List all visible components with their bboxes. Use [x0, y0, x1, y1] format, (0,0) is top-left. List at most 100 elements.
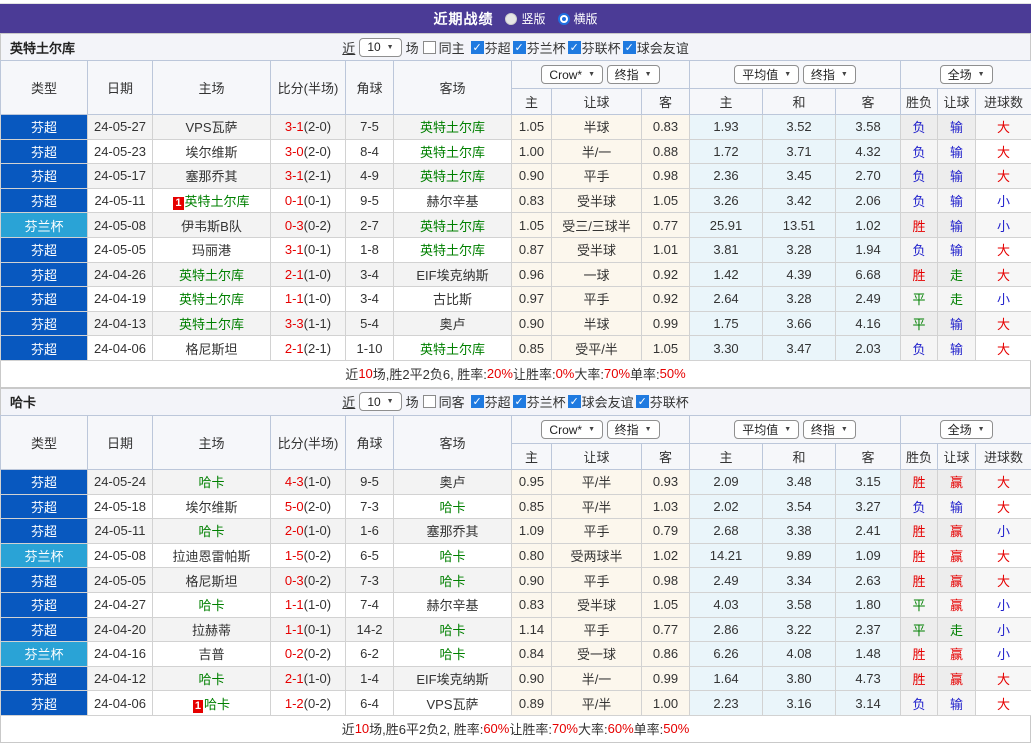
scope-select[interactable]: 全场 ▼ — [939, 419, 993, 439]
match-score: 1-1(0-1) — [270, 616, 346, 643]
team-name-link[interactable]: 英特土尔库 — [185, 194, 250, 209]
summary-text: 近 — [345, 367, 359, 383]
match-row: 芬超 24-04-06 1 哈卡 1-2(0-2) 6-4 VPS瓦萨 0.89 平/半 1.00… — [0, 690, 1031, 716]
team-name-link[interactable]: 哈卡 — [439, 500, 465, 515]
final-index-select[interactable]: 终指 ▼ — [606, 64, 660, 84]
handicap-home-odds: 1.00 — [511, 138, 552, 165]
col-avg-home: 主 — [689, 442, 764, 470]
away-team-cell: 赫尔辛基 — [393, 591, 512, 618]
team-name-link[interactable]: 哈卡 — [439, 623, 465, 638]
summary-text: 70% — [551, 721, 578, 737]
scope-select[interactable]: 全场 ▼ — [939, 65, 993, 84]
chevron-down-icon: ▼ — [977, 425, 985, 433]
team-name-link[interactable]: 英特土尔库 — [420, 120, 485, 135]
team-name-link[interactable]: 吉普 — [198, 647, 224, 662]
league-checkbox[interactable]: ✓ 芬超 — [470, 392, 511, 411]
away-team-cell: 英特土尔库 — [393, 236, 512, 263]
chevron-down-icon: ▼ — [588, 71, 596, 79]
team-name-link[interactable]: 格尼斯坦 — [185, 342, 237, 357]
league-checkbox[interactable]: ✓ 芬兰杯 — [512, 38, 566, 57]
match-score: 1-2(0-2) — [270, 690, 346, 716]
match-league: 芬超 — [0, 616, 88, 643]
result-handicap: 赢 — [937, 641, 977, 667]
team-name-link[interactable]: 奥卢 — [439, 475, 465, 490]
average-select[interactable]: 平均值 ▼ — [734, 419, 800, 439]
radio-vertical[interactable]: 竖版 — [505, 10, 546, 27]
team-name-link[interactable]: 哈卡 — [204, 697, 230, 712]
result-handicap: 输 — [937, 310, 977, 337]
team-name-link[interactable]: 哈卡 — [198, 598, 224, 613]
same-side-checkbox[interactable]: 同客 — [422, 392, 465, 411]
league-checkbox[interactable]: ✓ 芬超 — [470, 38, 511, 57]
team-name-link[interactable]: 哈卡 — [439, 549, 465, 564]
avg-home-odds: 2.36 — [689, 163, 764, 189]
radio-horizontal[interactable]: 横版 — [557, 10, 598, 27]
result-wdl: 平 — [900, 616, 939, 643]
team-name-link[interactable]: 伊韦斯B队 — [181, 219, 242, 234]
match-league: 芬兰杯 — [0, 641, 88, 667]
final-index-select-2-value: 终指 — [810, 422, 835, 437]
team-name-link[interactable]: VPS瓦萨 — [185, 120, 237, 135]
team-name-link[interactable]: 英特土尔库 — [420, 169, 485, 184]
team-name-link[interactable]: 奥卢 — [439, 317, 465, 332]
average-select[interactable]: 平均值 ▼ — [734, 65, 800, 84]
bookmaker-select[interactable]: Crow* ▼ — [541, 420, 604, 440]
team-name-link[interactable]: 塞那乔其 — [426, 524, 478, 539]
team-name-link[interactable]: 格尼斯坦 — [185, 574, 237, 589]
team-name-link[interactable]: 哈卡 — [198, 672, 224, 687]
result-wdl: 胜 — [900, 518, 939, 544]
team-name-link[interactable]: 英特土尔库 — [420, 243, 485, 258]
team-name-link[interactable]: 塞那乔其 — [185, 169, 237, 184]
col-score: 比分(半场) — [270, 60, 346, 115]
team-name-link[interactable]: 赫尔辛基 — [426, 598, 478, 613]
team-name-link[interactable]: 英特土尔库 — [420, 145, 485, 160]
summary-text: 单率: — [630, 367, 660, 383]
team-name-link[interactable]: EIF埃克纳斯 — [416, 268, 488, 283]
final-index-select[interactable]: 终指 ▼ — [606, 419, 660, 439]
final-index-select-2[interactable]: 终指 ▼ — [802, 65, 856, 84]
team-name-link[interactable]: 玛丽港 — [192, 243, 231, 258]
team-name-link[interactable]: 英特土尔库 — [420, 342, 485, 357]
team-name-link[interactable]: 哈卡 — [198, 475, 224, 490]
handicap-line: 受半球 — [551, 591, 642, 618]
match-league: 芬超 — [0, 163, 88, 189]
team-name-link[interactable]: EIF埃克纳斯 — [416, 672, 488, 687]
team-name-link[interactable]: 哈卡 — [198, 524, 224, 539]
team-name-link[interactable]: 埃尔维斯 — [185, 145, 237, 160]
league-checkbox[interactable]: ✓ 芬兰杯 — [512, 392, 566, 411]
match-date: 24-05-18 — [87, 493, 153, 520]
final-index-select-2[interactable]: 终指 ▼ — [802, 419, 856, 439]
bookmaker-select[interactable]: Crow* ▼ — [541, 65, 604, 85]
team-name-link[interactable]: 英特土尔库 — [179, 317, 244, 332]
team-name-link[interactable]: 古比斯 — [433, 292, 472, 307]
team-name-link[interactable]: 赫尔辛基 — [426, 194, 478, 209]
games-count-select[interactable]: 10 ▼ — [359, 392, 402, 412]
team-name-link[interactable]: 拉迪恩雷帕斯 — [172, 549, 250, 564]
team-name-link[interactable]: 英特土尔库 — [179, 292, 244, 307]
halftime-score: (1-0) — [303, 474, 332, 490]
team-name-link[interactable]: 英特土尔库 — [179, 268, 244, 283]
chevron-down-icon: ▼ — [386, 398, 394, 406]
same-side-checkbox[interactable]: 同主 — [422, 38, 465, 57]
home-team-cell: 玛丽港 — [152, 236, 271, 263]
games-count-select[interactable]: 10 ▼ — [359, 37, 402, 57]
team-name-link[interactable]: VPS瓦萨 — [426, 697, 478, 712]
summary-text: 60% — [483, 721, 510, 737]
league-checkbox[interactable]: ✓ 球会友谊 — [622, 38, 689, 57]
result-handicap: 输 — [937, 138, 977, 165]
corner-count: 7-3 — [345, 567, 394, 593]
league-checkbox[interactable]: ✓ 芬联杯 — [567, 38, 621, 57]
home-team-cell: 英特土尔库 — [152, 286, 271, 312]
match-league: 芬超 — [0, 493, 88, 520]
team-name-link[interactable]: 英特土尔库 — [420, 219, 485, 234]
corner-count: 7-3 — [345, 493, 394, 520]
team-name-link[interactable]: 埃尔维斯 — [185, 500, 237, 515]
team-name-link[interactable]: 拉赫蒂 — [192, 623, 231, 638]
match-row: 芬兰杯 24-05-08 拉迪恩雷帕斯 1-5(0-2) 6-5 哈卡 0.80 受两球半 1.… — [0, 542, 1031, 569]
league-checkbox[interactable]: ✓ 芬联杯 — [635, 392, 689, 411]
fulltime-score: 5-0 — [284, 498, 304, 514]
team-name-link[interactable]: 哈卡 — [439, 574, 465, 589]
team-name-link[interactable]: 哈卡 — [439, 647, 465, 662]
league-checkbox[interactable]: ✓ 球会友谊 — [567, 392, 634, 411]
match-league: 芬超 — [0, 310, 88, 337]
